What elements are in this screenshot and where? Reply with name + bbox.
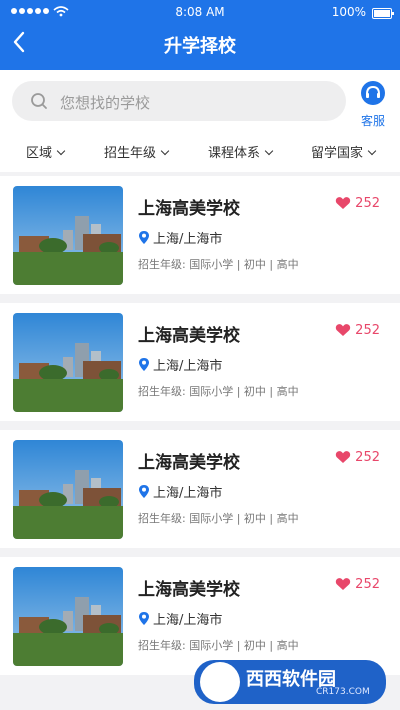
location-pin-icon [138,230,150,249]
school-name: 上海高美学校 [138,199,240,219]
school-photo [13,567,123,666]
school-name: 上海高美学校 [138,326,240,346]
heart-icon [336,324,351,336]
battery-icon [372,8,394,19]
watermark-badge: 西西软件园 CR173.COM [194,660,386,704]
school-grades: 招生年级: 国际小学 | 初中 | 高中 [138,385,299,398]
like-count[interactable]: 252 [335,196,380,211]
school-location: 上海/上海市 [138,228,222,249]
school-photo [13,313,123,412]
school-name: 上海高美学校 [138,580,240,600]
school-photo [13,186,123,285]
school-grades: 招生年级: 国际小学 | 初中 | 高中 [138,258,299,271]
school-name: 上海高美学校 [138,453,240,473]
chevron-down-icon [56,146,66,156]
heart-icon [336,451,351,463]
school-card[interactable]: 上海高美学校 上海/上海市 招生年级: 国际小学 | 初中 | 高中 252 [0,557,400,675]
school-photo [13,440,123,539]
school-location: 上海/上海市 [138,482,222,503]
app-header: 8:08 AM 100% 升学择校 [0,0,400,70]
customer-service-label: 客服 [360,114,385,128]
filter-grade[interactable]: 招生年级 [104,142,170,161]
watermark-domain: CR173.COM [316,687,370,697]
search-bar: 您想找的学校 客服 [0,70,400,132]
location-pin-icon [138,611,150,630]
school-card[interactable]: 上海高美学校 上海/上海市 招生年级: 国际小学 | 初中 | 高中 252 [0,303,400,421]
status-bar: 8:08 AM 100% [0,5,400,21]
school-location: 上海/上海市 [138,355,222,376]
chevron-down-icon [367,146,377,156]
school-card[interactable]: 上海高美学校 上海/上海市 招生年级: 国际小学 | 初中 | 高中 252 [0,176,400,294]
search-placeholder: 您想找的学校 [60,94,151,112]
filter-curriculum[interactable]: 课程体系 [208,142,274,161]
chevron-down-icon [264,146,274,156]
school-grades: 招生年级: 国际小学 | 初中 | 高中 [138,512,299,525]
school-card[interactable]: 上海高美学校 上海/上海市 招生年级: 国际小学 | 初中 | 高中 252 [0,430,400,548]
location-pin-icon [138,484,150,503]
like-count[interactable]: 252 [335,450,380,465]
filter-study-abroad-country[interactable]: 留学国家 [311,142,377,161]
school-location: 上海/上海市 [138,609,222,630]
like-count[interactable]: 252 [335,577,380,592]
location-pin-icon [138,357,150,376]
headset-icon [361,81,385,105]
like-count[interactable]: 252 [335,323,380,338]
school-grades: 招生年级: 国际小学 | 初中 | 高中 [138,639,299,652]
customer-service-button[interactable]: 客服 [356,80,390,129]
chevron-down-icon [160,146,170,156]
search-input[interactable]: 您想找的学校 [12,81,346,121]
page-title: 升学择校 [164,36,236,57]
battery-percent: 100% [331,5,366,19]
heart-icon [336,578,351,590]
heart-icon [336,197,351,209]
filter-bar: 区域 招生年级 课程体系 留学国家 [0,132,400,172]
watermark-logo-icon [200,662,240,702]
search-icon [30,92,48,114]
filter-region[interactable]: 区域 [26,142,66,161]
